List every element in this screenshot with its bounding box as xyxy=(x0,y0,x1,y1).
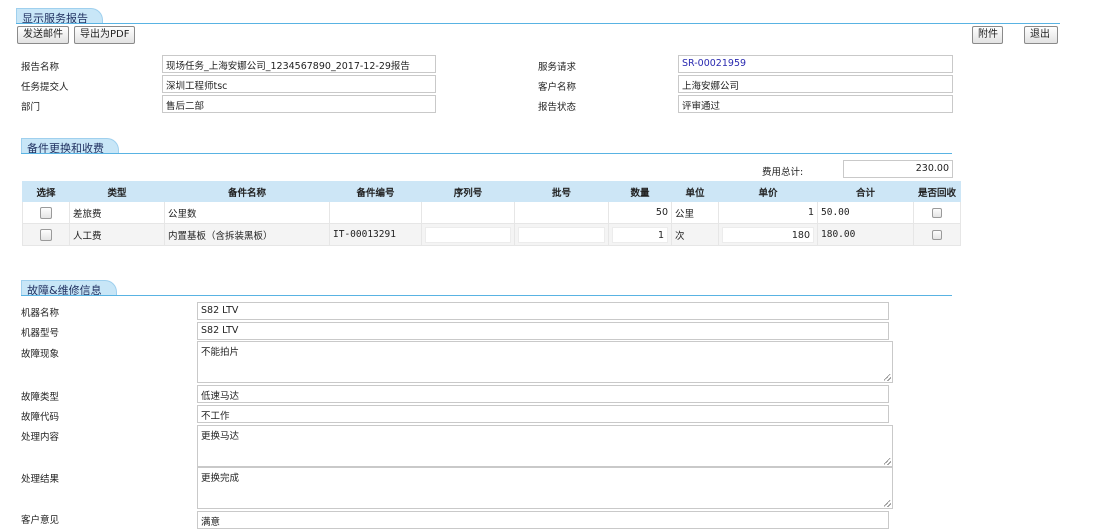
fault-code-label: 故障代码 xyxy=(21,412,60,423)
column-header: 数量 xyxy=(608,181,672,202)
qty-input[interactable]: 1 xyxy=(612,226,668,243)
unit-cell: 次 xyxy=(671,223,719,246)
symptom-label: 故障现象 xyxy=(21,349,60,360)
price-input[interactable]: 180 xyxy=(722,226,814,243)
department-field[interactable]: 售后二部 xyxy=(162,95,436,113)
column-header: 单价 xyxy=(718,181,818,202)
table-row: 差旅费 公里数 50 公里 1 50.00 xyxy=(22,201,961,224)
type-cell: 差旅费 xyxy=(69,201,165,224)
serial-input[interactable] xyxy=(425,226,511,243)
batch-cell xyxy=(514,201,609,224)
report-name-label: 报告名称 xyxy=(21,62,60,73)
parts-table: 选择 类型 备件名称 备件编号 序列号 批号 数量 单位 单价 合计 是否回收 … xyxy=(22,181,961,246)
recycle-checkbox[interactable] xyxy=(932,207,942,218)
export-pdf-button[interactable]: 导出为PDF xyxy=(74,26,136,44)
part-no-cell xyxy=(329,201,422,224)
exit-button[interactable]: 退出 xyxy=(1024,26,1058,44)
select-checkbox[interactable] xyxy=(40,206,52,219)
fault-type-field[interactable]: 低速马达 xyxy=(197,385,889,403)
fault-code-field[interactable]: 不工作 xyxy=(197,405,889,423)
page-title-tab: 显示服务报告 xyxy=(16,8,103,25)
machine-name-field[interactable]: S82 LTV xyxy=(197,302,889,320)
total-cost-label: 费用总计: xyxy=(762,167,804,178)
unit-cell: 公里 xyxy=(671,201,719,224)
type-cell: 人工费 xyxy=(69,223,165,246)
column-header: 单位 xyxy=(671,181,719,202)
column-header: 备件编号 xyxy=(329,181,422,202)
machine-model-label: 机器型号 xyxy=(21,328,60,339)
resize-grip-icon[interactable] xyxy=(884,500,891,507)
qty-cell: 50 xyxy=(608,201,672,224)
batch-cell xyxy=(514,223,609,246)
total-cost-field[interactable]: 230.00 xyxy=(843,160,953,178)
handling-text: 更换马达 xyxy=(201,431,240,442)
machine-model-field[interactable]: S82 LTV xyxy=(197,322,889,340)
service-request-link[interactable]: SR-00021959 xyxy=(678,55,953,73)
table-header-row: 选择 类型 备件名称 备件编号 序列号 批号 数量 单位 单价 合计 是否回收 xyxy=(22,181,961,202)
machine-name-label: 机器名称 xyxy=(21,308,60,319)
customer-opinion-label: 客户意见 xyxy=(21,515,60,526)
column-header: 类型 xyxy=(69,181,165,202)
report-status-label: 报告状态 xyxy=(538,102,577,113)
customer-name-label: 客户名称 xyxy=(538,82,577,93)
recycle-cell xyxy=(913,201,961,224)
batch-input[interactable] xyxy=(518,226,605,243)
customer-opinion-field[interactable]: 满意 xyxy=(197,511,889,529)
column-header: 选择 xyxy=(22,181,70,202)
subtotal-cell: 180.00 xyxy=(817,223,914,246)
resize-grip-icon[interactable] xyxy=(884,374,891,381)
fault-type-label: 故障类型 xyxy=(21,392,60,403)
section-divider xyxy=(16,23,1060,24)
serial-cell xyxy=(421,223,515,246)
submitter-label: 任务提交人 xyxy=(21,82,69,93)
result-text: 更换完成 xyxy=(201,473,240,484)
symptom-textarea[interactable]: 不能拍片 xyxy=(197,341,893,383)
section-divider xyxy=(21,295,952,296)
submitter-field[interactable]: 深圳工程师tsc xyxy=(162,75,436,93)
recycle-checkbox[interactable] xyxy=(932,229,942,240)
handling-textarea[interactable]: 更换马达 xyxy=(197,425,893,467)
serial-cell xyxy=(421,201,515,224)
part-name-cell: 公里数 xyxy=(164,201,330,224)
service-request-label: 服务请求 xyxy=(538,62,577,73)
fault-section-tab: 故障&维修信息 xyxy=(21,280,117,297)
column-header: 合计 xyxy=(817,181,914,202)
parts-section-tab: 备件更换和收费 xyxy=(21,138,119,155)
select-cell xyxy=(22,201,70,224)
recycle-cell xyxy=(913,223,961,246)
attachment-button[interactable]: 附件 xyxy=(972,26,1003,44)
column-header: 是否回收 xyxy=(913,181,961,202)
result-label: 处理结果 xyxy=(21,474,60,485)
column-header: 备件名称 xyxy=(164,181,330,202)
select-checkbox[interactable] xyxy=(40,228,52,241)
resize-grip-icon[interactable] xyxy=(884,458,891,465)
send-email-button[interactable]: 发送邮件 xyxy=(17,26,69,44)
result-textarea[interactable]: 更换完成 xyxy=(197,467,893,509)
symptom-text: 不能拍片 xyxy=(201,347,240,358)
department-label: 部门 xyxy=(21,102,41,113)
customer-name-field[interactable]: 上海安娜公司 xyxy=(678,75,953,93)
select-cell xyxy=(22,223,70,246)
qty-cell: 1 xyxy=(608,223,672,246)
column-header: 序列号 xyxy=(421,181,515,202)
part-no-cell: IT-00013291 xyxy=(329,223,422,246)
handling-label: 处理内容 xyxy=(21,432,60,443)
price-cell: 180 xyxy=(718,223,818,246)
table-row: 人工费 内置基板（含拆装黑板） IT-00013291 1 次 180 180.… xyxy=(22,223,961,246)
subtotal-cell: 50.00 xyxy=(817,201,914,224)
section-divider xyxy=(21,153,952,154)
price-cell: 1 xyxy=(718,201,818,224)
report-name-field[interactable]: 现场任务_上海安娜公司_1234567890_2017-12-29报告 xyxy=(162,55,436,73)
part-name-cell: 内置基板（含拆装黑板） xyxy=(164,223,330,246)
column-header: 批号 xyxy=(514,181,609,202)
report-status-field[interactable]: 评审通过 xyxy=(678,95,953,113)
